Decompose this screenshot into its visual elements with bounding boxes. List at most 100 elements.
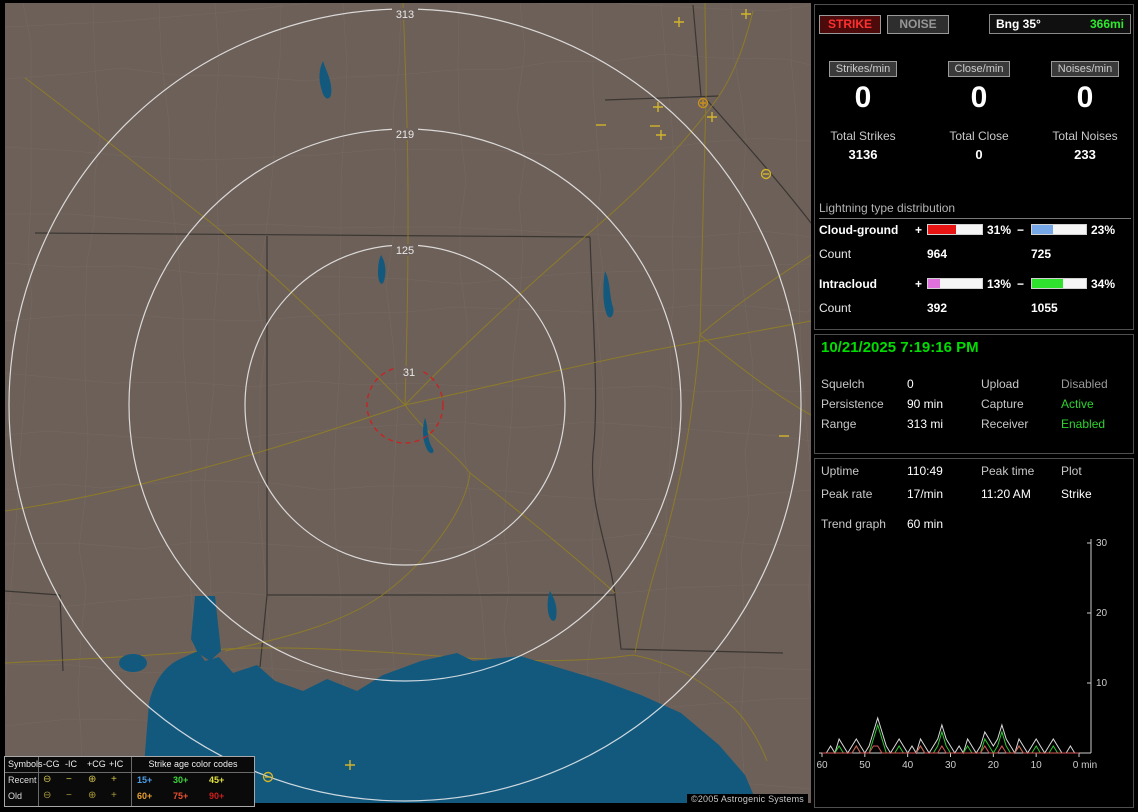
- ic-negative-percent: 34%: [1091, 277, 1115, 291]
- cg-positive-count: 964: [927, 247, 947, 261]
- ic-negative-count: 1055: [1031, 301, 1058, 315]
- peak-time-value: 11:20 AM: [981, 487, 1031, 501]
- cg-negative-percent: 23%: [1091, 223, 1115, 237]
- neg-ic-icon: −: [66, 791, 72, 801]
- legend-symbols-header: Symbols: [8, 759, 43, 769]
- plot-label: Plot: [1061, 464, 1082, 478]
- svg-text:125: 125: [396, 245, 414, 257]
- intracloud-row: Intracloud + 13% − 34%: [819, 277, 1131, 291]
- svg-text:50: 50: [859, 760, 871, 771]
- total-close-value: 0: [931, 147, 1027, 162]
- squelch-label: Squelch: [821, 377, 864, 391]
- legend-divider: [5, 772, 254, 773]
- trend-series-intracloud: [822, 725, 1079, 753]
- age-code-60: 60+: [137, 791, 152, 801]
- svg-text:40: 40: [902, 760, 914, 771]
- strikes-per-min-value: 0: [815, 81, 911, 115]
- peak-time-label: Peak time: [981, 464, 1034, 478]
- legend-row-recent-label: Recent: [8, 775, 37, 785]
- cg-negative-bar: [1031, 224, 1087, 235]
- neg-cg-icon: ⊖: [43, 775, 51, 785]
- legend-divider: [131, 757, 132, 806]
- plus-sign: +: [915, 223, 922, 237]
- legend-col-pic: +IC: [109, 759, 123, 769]
- uptime-value: 110:49: [907, 464, 943, 478]
- persistence-value: 90 min: [907, 397, 943, 411]
- upload-status: Disabled: [1061, 377, 1108, 391]
- noise-indicator-button[interactable]: NOISE: [887, 15, 949, 34]
- svg-text:20: 20: [1096, 608, 1108, 619]
- total-noises-value: 233: [1037, 147, 1133, 162]
- peak-rate-label: Peak rate: [821, 487, 872, 501]
- legend-col-ncg: -CG: [43, 759, 60, 769]
- age-code-30: 30+: [173, 775, 188, 785]
- svg-text:219: 219: [396, 129, 414, 141]
- cg-negative-count: 725: [1031, 247, 1051, 261]
- age-code-90: 90+: [209, 791, 224, 801]
- age-code-15: 15+: [137, 775, 152, 785]
- lightning-map[interactable]: 313 219 125 31: [5, 3, 811, 803]
- intracloud-label: Intracloud: [819, 277, 877, 291]
- app-window: 313 219 125 31 Symbols -CG -IC +CG +IC Stri…: [0, 0, 1138, 812]
- svg-text:313: 313: [396, 9, 414, 21]
- capture-label: Capture: [981, 397, 1024, 411]
- svg-text:20: 20: [988, 760, 1000, 771]
- strike-indicator-button[interactable]: STRIKE: [819, 15, 881, 34]
- counters-section: STRIKE NOISE Bng 35° 366mi Strikes/min C…: [814, 4, 1134, 330]
- plot-value: Strike: [1061, 487, 1092, 501]
- legend-row-old-label: Old: [8, 791, 22, 801]
- svg-text:10: 10: [1031, 760, 1043, 771]
- svg-text:30: 30: [1096, 538, 1108, 549]
- receiver-status: Enabled: [1061, 417, 1105, 431]
- count-label: Count: [819, 301, 851, 315]
- strikes-per-min-label: Strikes/min: [829, 61, 897, 77]
- neg-ic-icon: −: [66, 775, 72, 785]
- count-label: Count: [819, 247, 851, 261]
- uptime-label: Uptime: [821, 464, 859, 478]
- total-strikes-value: 3136: [815, 147, 911, 162]
- persistence-label: Persistence: [821, 397, 884, 411]
- range-label: Range: [821, 417, 856, 431]
- cg-positive-percent: 31%: [987, 223, 1011, 237]
- minus-sign: −: [1017, 277, 1024, 291]
- close-per-min-value: 0: [931, 81, 1027, 115]
- plus-sign: +: [915, 277, 922, 291]
- pos-cg-icon: ⊕: [88, 791, 96, 801]
- total-noises-label: Total Noises: [1037, 129, 1133, 143]
- distribution-title: Lightning type distribution: [819, 201, 1131, 219]
- noises-per-min-label: Noises/min: [1051, 61, 1119, 77]
- map-area[interactable]: 313 219 125 31: [5, 3, 811, 803]
- age-code-45: 45+: [209, 775, 224, 785]
- strike-legend: Symbols -CG -IC +CG +IC Strike age color…: [4, 756, 255, 807]
- ic-negative-bar: [1031, 278, 1087, 289]
- svg-text:60: 60: [817, 760, 828, 771]
- close-per-min-label: Close/min: [948, 61, 1011, 77]
- legend-age-header: Strike age color codes: [133, 759, 253, 769]
- copyright-text: ©2005 Astrogenic Systems: [687, 794, 808, 804]
- ic-positive-bar: [927, 278, 983, 289]
- svg-text:31: 31: [403, 367, 415, 379]
- trend-graph-label: Trend graph: [821, 517, 886, 531]
- range-value: 313 mi: [907, 417, 943, 431]
- cg-positive-bar: [927, 224, 983, 235]
- trend-series-cloud-ground: [822, 746, 1079, 753]
- status-section: 10/21/2025 7:19:16 PM Squelch 0 Upload D…: [814, 334, 1134, 454]
- squelch-value: 0: [907, 377, 914, 391]
- noises-per-min-value: 0: [1037, 81, 1133, 115]
- cloud-ground-row: Cloud-ground + 31% − 23%: [819, 223, 1131, 237]
- bearing-value: Bng 35°: [996, 17, 1041, 31]
- pos-ic-icon: +: [111, 775, 117, 785]
- pos-ic-icon: +: [111, 791, 117, 801]
- legend-col-nic: -IC: [65, 759, 77, 769]
- receiver-label: Receiver: [981, 417, 1028, 431]
- svg-text:0 min: 0 min: [1073, 760, 1097, 771]
- total-strikes-label: Total Strikes: [815, 129, 911, 143]
- cloud-ground-label: Cloud-ground: [819, 223, 898, 237]
- trend-window-value: 60 min: [907, 517, 943, 531]
- capture-status: Active: [1061, 397, 1094, 411]
- total-close-label: Total Close: [931, 129, 1027, 143]
- distance-value: 366mi: [1090, 17, 1124, 31]
- peak-rate-value: 17/min: [907, 487, 943, 501]
- ic-positive-percent: 13%: [987, 277, 1011, 291]
- upload-label: Upload: [981, 377, 1019, 391]
